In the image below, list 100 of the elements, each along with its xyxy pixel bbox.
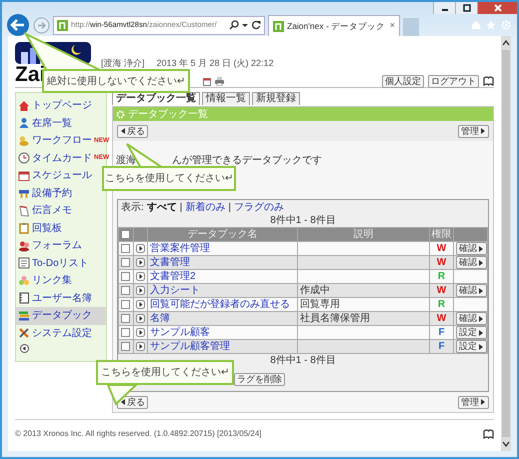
sidebar-item[interactable]: フォーラム (16, 237, 106, 254)
clipboard-icon (18, 222, 30, 234)
expand-icon[interactable] (136, 286, 145, 295)
books-icon (18, 310, 30, 322)
remove-flag-button[interactable]: ラグを削除 (234, 372, 285, 386)
sidebar-item[interactable]: リンク集 (16, 272, 106, 290)
collapse-icon[interactable] (20, 344, 29, 353)
sidebar-item[interactable]: 伝言メモ (16, 202, 106, 220)
calendar-icon[interactable] (203, 76, 211, 86)
manage-button[interactable]: 管理 (458, 124, 489, 138)
sidebar-item[interactable]: データブック (16, 307, 106, 324)
memo-icon (18, 204, 30, 217)
row-checkbox[interactable] (121, 286, 130, 295)
action-button[interactable]: 確認 (456, 242, 486, 254)
expand-icon[interactable] (136, 300, 145, 309)
help-book-icon[interactable] (483, 428, 494, 438)
search-icon[interactable] (229, 20, 239, 30)
sidebar-item[interactable]: ユーザー名簿 (16, 290, 106, 307)
datebook-link[interactable]: 名簿 (148, 312, 298, 326)
intro-text: 渡海 (116, 154, 136, 168)
back-button[interactable]: 戻る (117, 124, 148, 138)
tab[interactable]: 情報一覧 (202, 92, 250, 105)
separator-text: | (180, 202, 182, 214)
action-button[interactable]: 設定 (456, 326, 486, 338)
tab-close-button[interactable]: × (390, 19, 395, 33)
sidebar-item[interactable]: 在席一覧 (16, 114, 106, 132)
site-icon (57, 20, 68, 30)
column-header: 権限 (430, 228, 454, 242)
expand-icon[interactable] (136, 314, 145, 323)
expand-icon[interactable] (136, 272, 145, 281)
star-icon[interactable] (486, 20, 496, 30)
desk-icon (18, 187, 30, 200)
tab[interactable]: 新規登録 (252, 92, 300, 105)
notebook-icon (18, 292, 30, 304)
minimize-button[interactable] (433, 2, 455, 14)
maximize-button[interactable] (455, 2, 477, 14)
select-all-checkbox[interactable] (121, 230, 130, 239)
filter-link[interactable]: すべて (146, 202, 177, 214)
close-button[interactable] (477, 2, 517, 14)
calendar-icon (18, 170, 30, 182)
page-count: 8件中1 - 8件目 (270, 354, 336, 367)
row-checkbox[interactable] (121, 300, 130, 309)
filter-label: 表示: (121, 202, 144, 214)
scroll-up-icon[interactable] (502, 40, 510, 46)
expand-icon[interactable] (136, 258, 145, 267)
column-header: データブック名 (148, 228, 298, 242)
row-checkbox[interactable] (121, 244, 130, 253)
scrollbar[interactable] (501, 36, 511, 451)
action-button[interactable]: 設定 (456, 340, 486, 352)
row-checkbox[interactable] (121, 342, 130, 351)
refresh-icon[interactable] (251, 20, 261, 30)
scroll-thumb[interactable] (502, 50, 510, 437)
action-button[interactable]: 確認 (456, 284, 486, 296)
coins-icon (18, 134, 30, 147)
logout-button[interactable]: ログアウト (428, 74, 479, 88)
caret-icon (478, 286, 484, 294)
tab[interactable]: データブック一覧 (112, 92, 200, 105)
filter-link[interactable]: フラグのみ (234, 202, 284, 214)
house-icon (18, 100, 30, 112)
action-button[interactable]: 確認 (456, 256, 486, 268)
manage-button[interactable]: 管理 (458, 396, 489, 408)
help-book-icon[interactable] (483, 76, 494, 86)
row-checkbox[interactable] (121, 258, 130, 267)
expand-icon[interactable] (136, 244, 145, 253)
expand-icon[interactable] (136, 342, 145, 351)
sidebar-item[interactable]: システム設定 (16, 324, 106, 342)
datebook-link[interactable]: 入力シート (148, 284, 298, 298)
tab-title[interactable]: Zaion'nex - データブック (287, 20, 387, 32)
intro-text: んが管理できるデータブックです (172, 154, 322, 168)
row-checkbox[interactable] (121, 272, 130, 281)
date-time: 2013 年 5 月 28 日 (火) 22:12 (156, 57, 274, 70)
scroll-down-icon[interactable] (502, 441, 510, 447)
maximize-icon (462, 4, 470, 12)
filter-link[interactable]: 新着のみ (185, 202, 226, 214)
action-button[interactable]: 確認 (456, 312, 486, 324)
caret-icon (480, 127, 486, 135)
panel-header: データブック一覧 (113, 107, 493, 121)
sidebar-item[interactable]: To-Doリスト (16, 254, 106, 272)
caret-icon (120, 127, 126, 135)
clock-icon (18, 152, 30, 164)
description-cell: 作成中 (298, 284, 430, 298)
row-checkbox[interactable] (121, 314, 130, 323)
back-button[interactable] (6, 13, 30, 37)
expand-icon[interactable] (136, 328, 145, 337)
user-name: [渡海 浄介] (101, 57, 145, 70)
site-icon (273, 20, 284, 32)
personal-settings-button[interactable]: 個人設定 (382, 74, 424, 88)
gear-icon (116, 110, 125, 118)
separator-text: | (228, 202, 231, 214)
person-icon (18, 117, 30, 130)
copyright-text: © 2013 Xronos Inc. All rights reserved. (1.0.4892.20715) [2013/05/24] (15, 428, 262, 440)
row-checkbox[interactable] (121, 328, 130, 337)
datebook-link[interactable]: 回覧可能だが登録者のみ直せる (148, 298, 298, 312)
sidebar-item[interactable]: トップページ (16, 97, 106, 114)
description-cell: 社員名簿保管用 (298, 312, 430, 326)
list-icon (18, 257, 30, 270)
sidebar-item[interactable]: 回覧板 (16, 220, 106, 237)
printer-icon[interactable] (215, 76, 224, 86)
close-icon (494, 4, 502, 12)
caret-icon (120, 398, 126, 406)
